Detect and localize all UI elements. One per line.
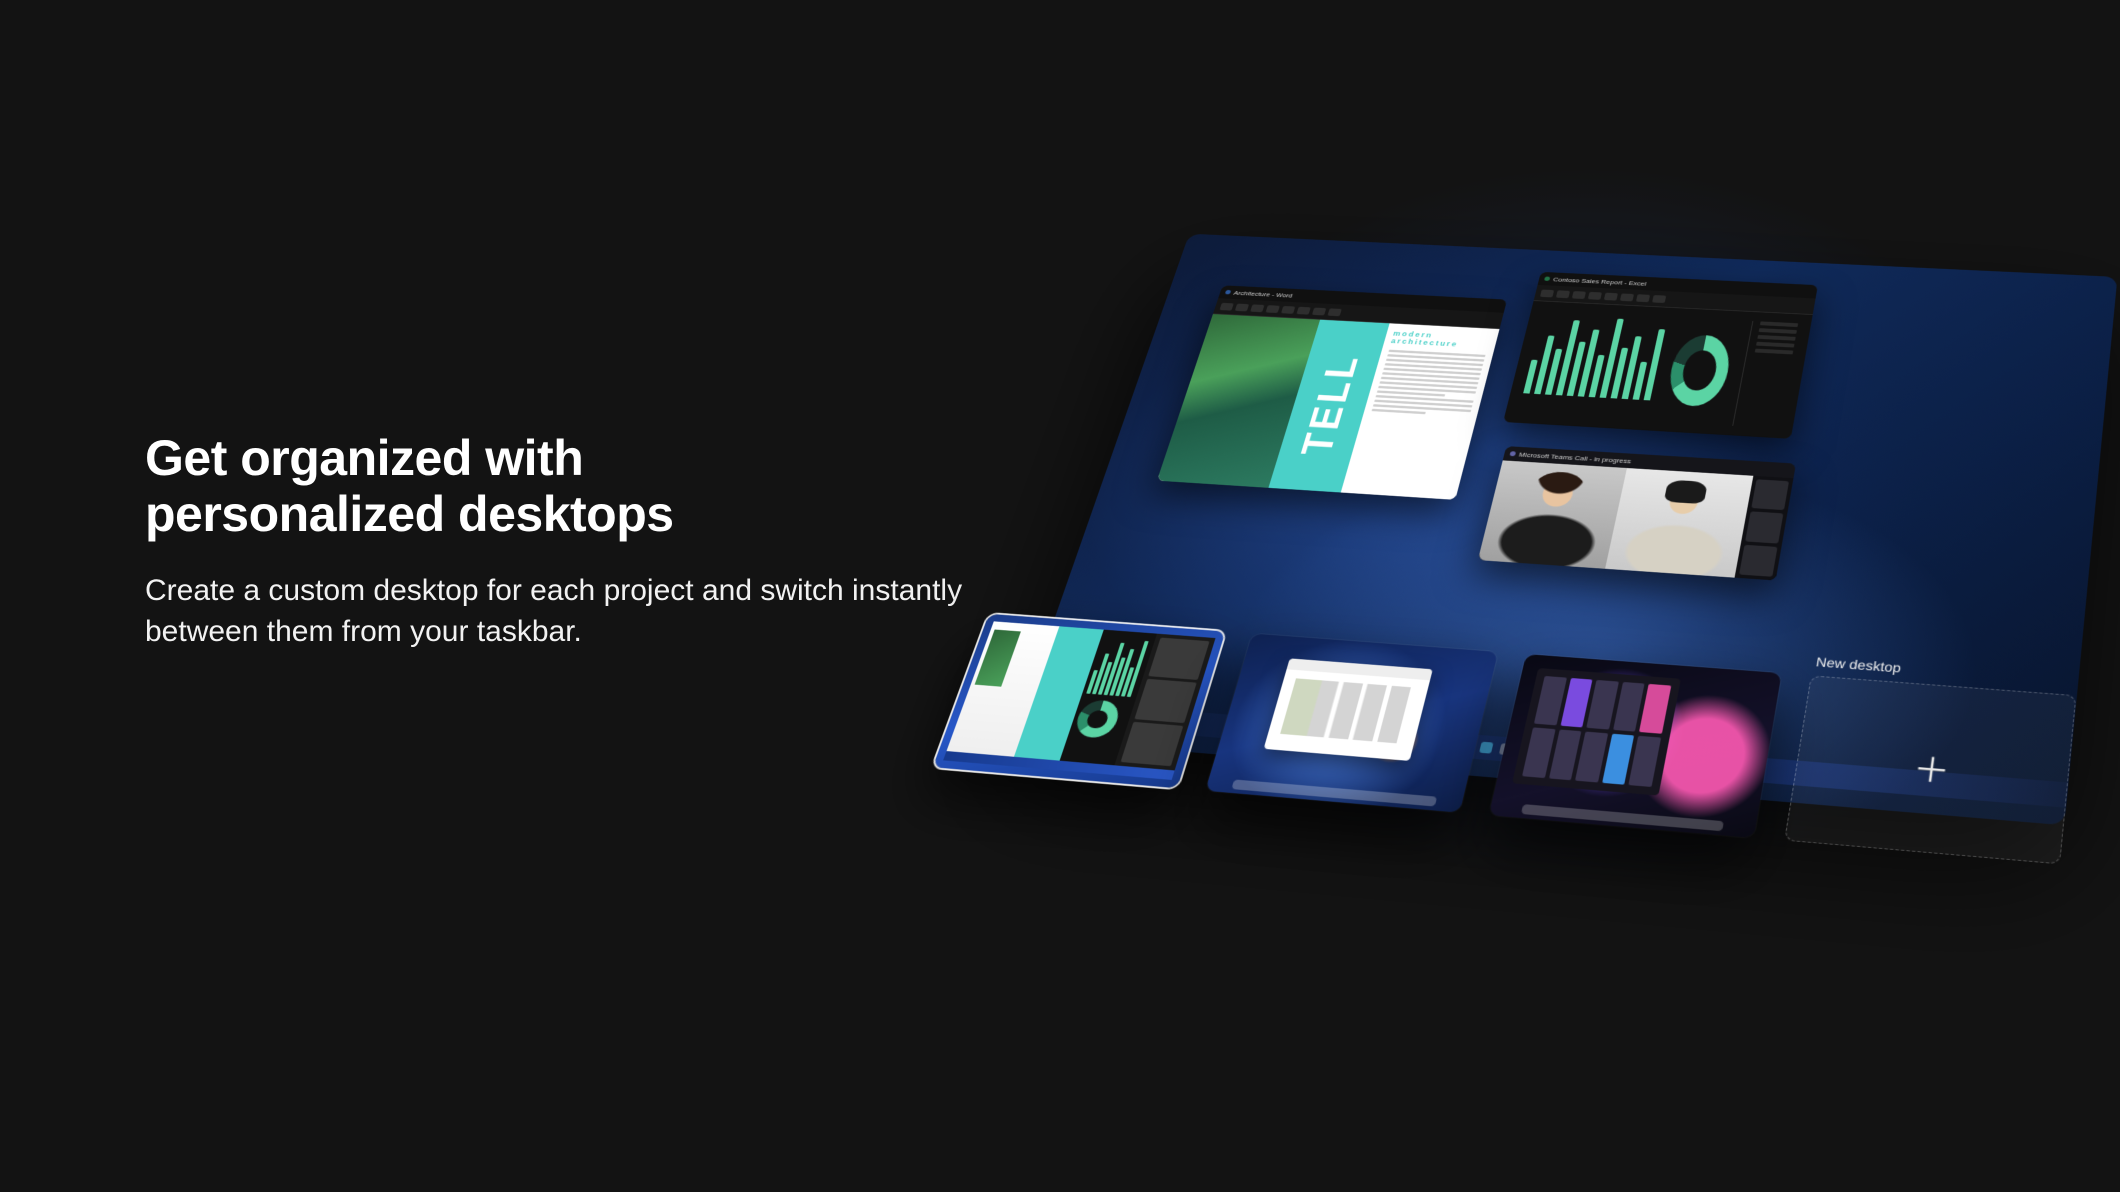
hero-heading-line1: Get organized with bbox=[145, 430, 583, 486]
excel-title: Contoso Sales Report - Excel bbox=[1553, 276, 1647, 287]
new-desktop-label: New desktop bbox=[1815, 654, 1902, 675]
desktop-thumb-main[interactable]: Main Desktop ✕ bbox=[1205, 634, 1498, 813]
desktop-close-button[interactable]: ✕ bbox=[1208, 614, 1226, 626]
desktop-close-button[interactable]: ✕ bbox=[1762, 654, 1782, 667]
excel-app-icon bbox=[1544, 276, 1550, 281]
desktop-scene: Architecture - Word TELL modern architec… bbox=[990, 120, 2120, 1120]
browser-window-thumb bbox=[1263, 658, 1432, 761]
hero-body: Create a custom desktop for each project… bbox=[145, 570, 1045, 653]
store-window-thumb bbox=[1512, 668, 1681, 796]
desktop-thumb-entertainment[interactable]: Entertainment ✕ bbox=[1489, 654, 1782, 838]
hero-heading-line2: personalized desktops bbox=[145, 486, 674, 542]
hero-heading: Get organized with personalized desktops bbox=[145, 430, 1105, 542]
word-document-body: TELL modern architecture bbox=[1157, 314, 1500, 500]
taskbar-thumb bbox=[1521, 804, 1724, 831]
excel-donut-chart bbox=[1664, 334, 1735, 408]
taskbar-thumb bbox=[1231, 779, 1437, 806]
excel-side-panel bbox=[1733, 321, 1799, 429]
excel-window[interactable]: Contoso Sales Report - Excel bbox=[1503, 272, 1818, 439]
desktop-thumb-content bbox=[943, 621, 1215, 780]
desktop-close-button[interactable]: ✕ bbox=[1479, 634, 1498, 647]
teams-app-icon bbox=[1509, 451, 1516, 456]
desktop-thumb-contoso[interactable]: Contoso project ✕ bbox=[933, 614, 1226, 788]
word-app-icon bbox=[1225, 290, 1232, 295]
plus-icon: ＋ bbox=[1910, 742, 1953, 793]
excel-chart-body bbox=[1503, 301, 1813, 439]
excel-bars bbox=[1523, 310, 1668, 400]
word-title: Architecture - Word bbox=[1233, 289, 1294, 298]
word-article-heading: modern architecture bbox=[1390, 330, 1491, 351]
new-desktop-button[interactable]: New desktop ＋ bbox=[1784, 675, 2077, 864]
